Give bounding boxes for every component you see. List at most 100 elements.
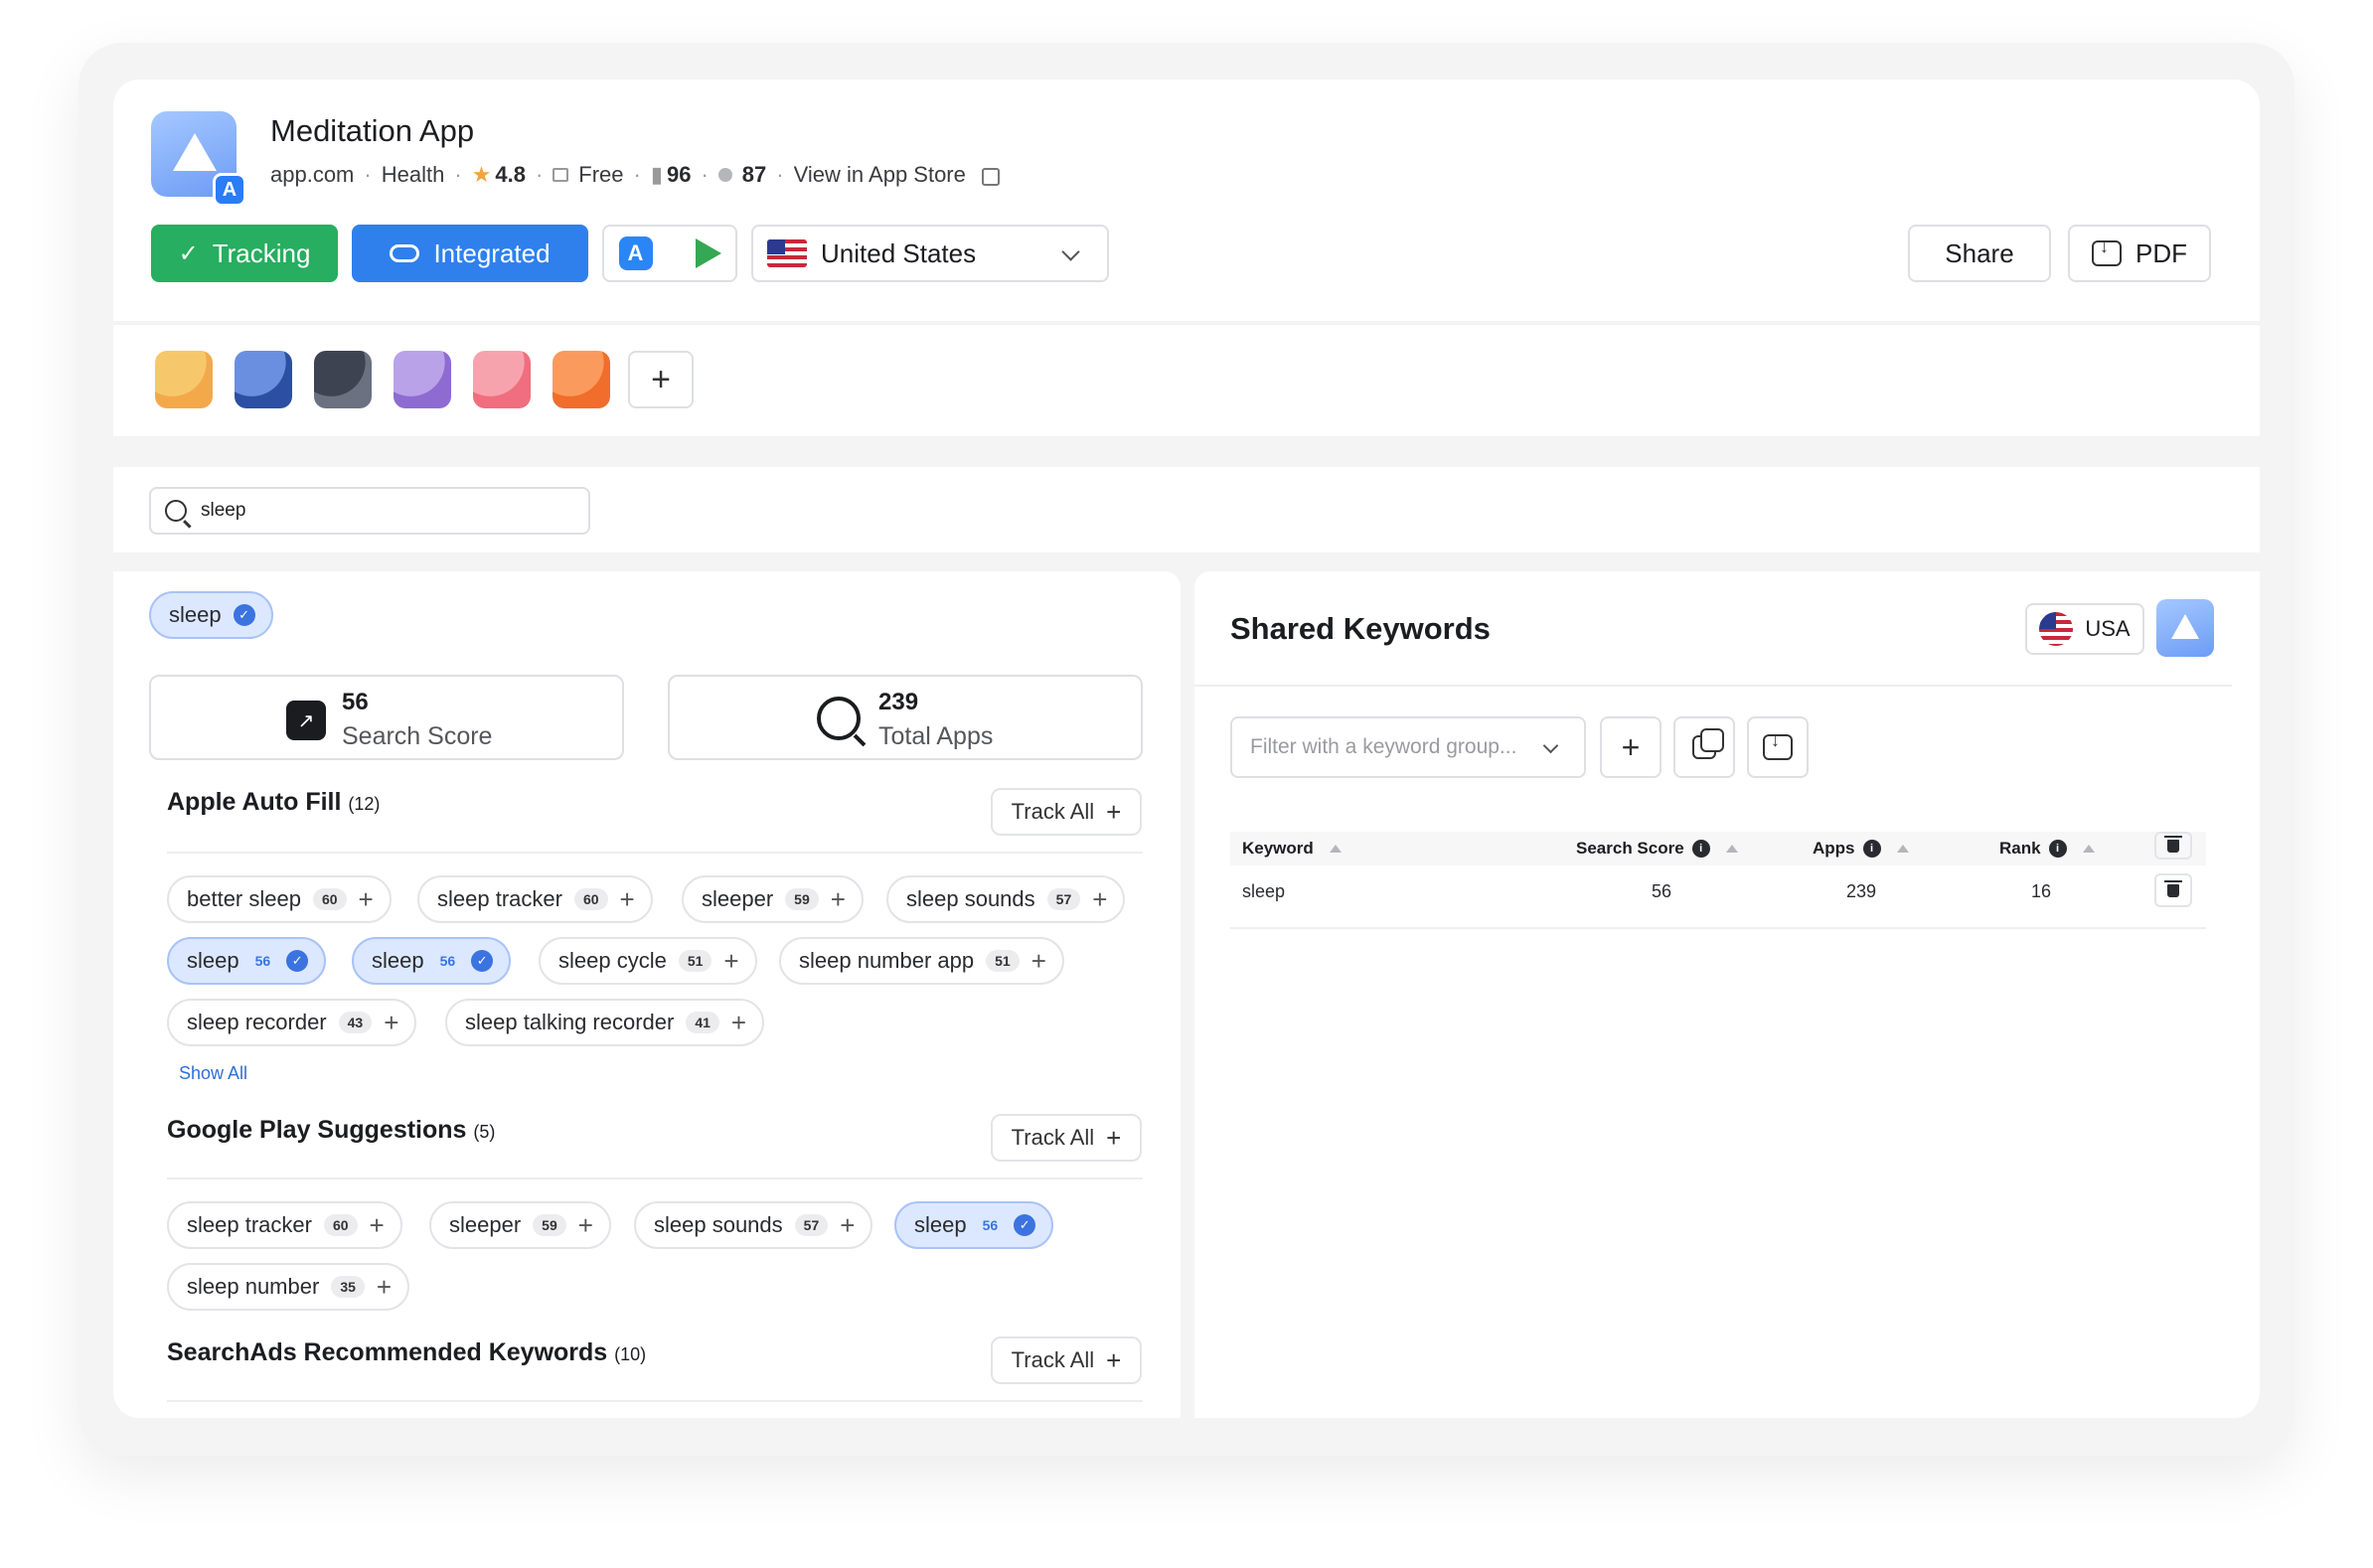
check-icon: ✓ <box>178 239 199 267</box>
searchads-title: SearchAds Recommended Keywords (10) <box>167 1338 647 1366</box>
plus-icon[interactable]: + <box>377 1274 392 1300</box>
download-icon <box>1763 730 1793 760</box>
col-header-rank[interactable]: Rank i <box>1999 832 2095 865</box>
keyword-chip[interactable]: sleep 56 ✓ <box>352 937 512 985</box>
competitor-app-icon[interactable] <box>473 351 531 408</box>
plus-icon[interactable]: + <box>840 1212 855 1238</box>
country-select[interactable]: United States <box>751 225 1109 282</box>
app-domain[interactable]: app.com <box>270 162 354 188</box>
competitor-bar: + <box>113 325 2260 436</box>
competitor-app-icon[interactable] <box>235 351 292 408</box>
keyword-chip[interactable]: sleeper 59 + <box>429 1201 611 1249</box>
sort-icon[interactable] <box>1896 845 1909 853</box>
plus-icon[interactable]: + <box>1092 886 1107 912</box>
google-suggestions-title: Google Play Suggestions (5) <box>167 1116 496 1144</box>
apple-autofill-title: Apple Auto Fill (12) <box>167 788 381 816</box>
sort-icon[interactable] <box>1725 845 1738 853</box>
keyword-chip[interactable]: sleeper 59 + <box>682 875 864 923</box>
col-header-keyword[interactable]: Keyword <box>1242 832 1342 865</box>
view-in-store-link[interactable]: View in App Store <box>794 162 966 188</box>
app-store-icon[interactable]: A <box>618 236 653 270</box>
keyword-group-filter[interactable]: Filter with a keyword group... <box>1230 716 1586 778</box>
sort-icon[interactable] <box>2082 845 2095 853</box>
shared-keywords-panel: Shared Keywords USA Filter with a keywor… <box>1194 571 2260 1418</box>
plus-icon[interactable]: + <box>831 886 846 912</box>
pdf-button[interactable]: PDF <box>2068 225 2211 282</box>
app-header: A Meditation App app.com · Health · ★ 4.… <box>113 79 2260 326</box>
tracking-button[interactable]: ✓ Tracking <box>151 225 338 282</box>
app-score: 87 <box>741 162 767 187</box>
plus-icon[interactable]: + <box>370 1212 385 1238</box>
show-all-link[interactable]: Show All <box>179 1063 247 1084</box>
plus-icon[interactable]: + <box>731 1010 746 1035</box>
keyword-chip[interactable]: sleep number 35 + <box>167 1263 410 1311</box>
export-button[interactable] <box>1747 716 1809 778</box>
check-circle-icon: ✓ <box>233 604 255 626</box>
check-circle-icon: ✓ <box>471 950 494 972</box>
searchads-track-all-button[interactable]: Track All + <box>991 1336 1142 1384</box>
star-icon: ★ <box>471 162 492 187</box>
plus-icon: + <box>1106 1122 1122 1153</box>
info-icon[interactable]: i <box>2048 840 2067 858</box>
external-link-icon[interactable] <box>981 168 1000 186</box>
check-circle-icon: ✓ <box>1014 1214 1036 1236</box>
keyword-chip[interactable]: better sleep 60 + <box>167 875 392 923</box>
keyword-chip[interactable]: sleep sounds 57 + <box>634 1201 873 1249</box>
col-header-search-score[interactable]: Search Score i <box>1576 832 1738 865</box>
keyword-chip[interactable]: sleep tracker 60 + <box>417 875 653 923</box>
search-icon <box>817 697 861 740</box>
keyword-chip[interactable]: sleep cycle 51 + <box>539 937 757 985</box>
download-icon <box>2092 236 2122 266</box>
total-apps-card: 239 Total Apps <box>668 675 1143 760</box>
plus-icon[interactable]: + <box>384 1010 398 1035</box>
plus-icon[interactable]: + <box>723 948 738 974</box>
sort-icon[interactable] <box>1329 845 1342 853</box>
plus-icon[interactable]: + <box>620 886 635 912</box>
add-keyword-button[interactable]: + <box>1600 716 1661 778</box>
app-icon: A <box>151 111 246 207</box>
keyword-chip[interactable]: sleep sounds 57 + <box>886 875 1126 923</box>
info-icon[interactable]: i <box>1691 840 1710 858</box>
country-label: United States <box>821 237 977 268</box>
delete-row-button[interactable] <box>2154 873 2192 907</box>
apple-track-all-button[interactable]: Track All + <box>991 788 1142 836</box>
plus-icon[interactable]: + <box>359 886 374 912</box>
check-circle-icon: ✓ <box>286 950 309 972</box>
price-icon <box>553 168 569 182</box>
us-flag-icon <box>2039 612 2074 646</box>
selected-keyword-chip[interactable]: sleep ✓ <box>149 591 273 639</box>
app-store-badge-icon: A <box>213 173 246 207</box>
score-icon <box>717 168 732 182</box>
col-header-apps[interactable]: Apps i <box>1813 832 1909 865</box>
country-toggle-button[interactable]: USA <box>2025 603 2144 655</box>
search-input[interactable]: sleep <box>149 487 590 535</box>
app-meta: app.com · Health · ★ 4.8 · Free · ▮ 96 ·… <box>270 162 1000 188</box>
competitor-app-icon[interactable] <box>314 351 372 408</box>
plus-icon[interactable]: + <box>1031 948 1046 974</box>
keyword-chip[interactable]: sleep 56 ✓ <box>167 937 327 985</box>
google-play-icon[interactable] <box>695 238 721 268</box>
plus-icon[interactable]: + <box>578 1212 593 1238</box>
store-switcher[interactable]: A <box>602 225 737 282</box>
share-button[interactable]: Share <box>1908 225 2051 282</box>
app-avatar[interactable] <box>2156 599 2214 657</box>
keyword-chip[interactable]: sleep 56 ✓ <box>894 1201 1054 1249</box>
app-rating: 4.8 <box>495 162 526 187</box>
trash-icon <box>2164 879 2182 897</box>
competitor-app-icon[interactable] <box>553 351 610 408</box>
link-icon <box>390 244 420 262</box>
plus-icon: + <box>1106 1344 1122 1375</box>
copy-icon <box>1692 728 1724 759</box>
info-icon[interactable]: i <box>1862 840 1881 858</box>
keyword-chip[interactable]: sleep number app 51 + <box>779 937 1064 985</box>
google-track-all-button[interactable]: Track All + <box>991 1114 1142 1162</box>
competitor-app-icon[interactable] <box>155 351 213 408</box>
competitor-app-icon[interactable] <box>394 351 451 408</box>
add-competitor-button[interactable]: + <box>628 351 694 408</box>
delete-all-button[interactable] <box>2154 832 2192 860</box>
integrated-button[interactable]: Integrated <box>352 225 588 282</box>
keyword-chip[interactable]: sleep talking recorder 41 + <box>445 999 765 1046</box>
keyword-chip[interactable]: sleep recorder 43 + <box>167 999 417 1046</box>
copy-button[interactable] <box>1673 716 1735 778</box>
keyword-chip[interactable]: sleep tracker 60 + <box>167 1201 402 1249</box>
